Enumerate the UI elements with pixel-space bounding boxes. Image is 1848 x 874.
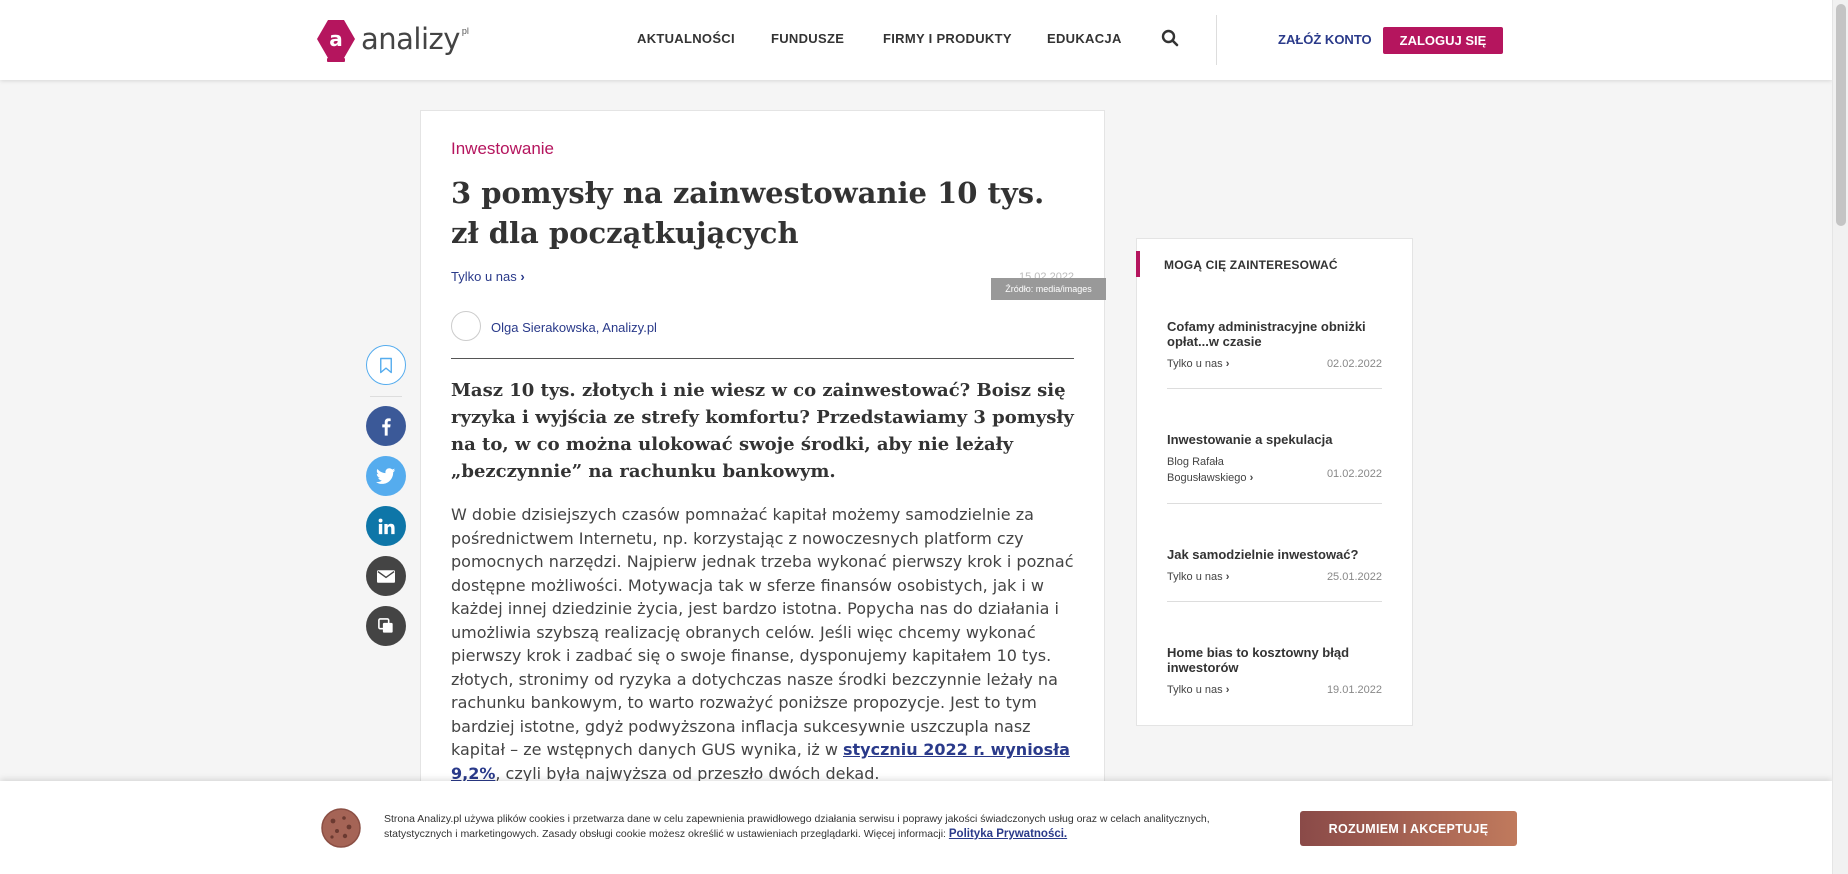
cookie-text: Strona Analizy.pl używa plików cookies i…: [384, 812, 1234, 842]
sidebar-title: MOGĄ CIĘ ZAINTERESOWAĆ: [1164, 258, 1338, 272]
share-facebook-button[interactable]: [366, 406, 406, 446]
logo-mark-icon: a: [316, 18, 356, 62]
related-article-title: Inwestowanie a spekulacja: [1167, 432, 1333, 447]
related-article-label: Tylko u nas: [1167, 684, 1223, 696]
site-header: a analizy pl AKTUALNOŚCI FUNDUSZE FIRMY …: [0, 0, 1832, 80]
logo-text: analizy: [361, 22, 460, 56]
article-title: 3 pomysły na zainwestowanie 10 tys. zł d…: [451, 176, 1045, 250]
share-email-button[interactable]: [366, 556, 406, 596]
bookmark-button[interactable]: [366, 345, 406, 385]
body-text-after-link: , czyli była najwyższa od przeszło dwóch…: [495, 763, 880, 783]
register-link[interactable]: ZAŁÓŻ KONTO: [1278, 32, 1372, 47]
related-article-title: Home bias to kosztowny błąd inwestorów: [1167, 645, 1350, 675]
exclusive-link[interactable]: Tylko u nas ›: [451, 269, 525, 284]
share-linkedin-button[interactable]: [366, 506, 406, 546]
related-article-date: 01.02.2022: [1326, 468, 1382, 480]
share-twitter-button[interactable]: [366, 456, 406, 496]
cookie-message: Strona Analizy.pl używa plików cookies i…: [384, 813, 1210, 840]
search-icon[interactable]: [1161, 29, 1179, 47]
nav-item-firmy-i-produkty[interactable]: FIRMY I PRODUKTY: [883, 31, 1012, 46]
image-source-badge: Źródło: media/images: [991, 278, 1106, 300]
related-article-label: Blog Rafała Bogusławskiego: [1167, 456, 1247, 484]
email-icon: [377, 569, 395, 583]
nav-item-edukacja[interactable]: EDUKACJA: [1047, 31, 1122, 46]
cookie-banner: Strona Analizy.pl używa plików cookies i…: [0, 781, 1832, 874]
chevron-right-icon: ›: [1225, 684, 1230, 696]
article-card: Inwestowanie 3 pomysły na zainwestowanie…: [420, 110, 1106, 874]
nav-item-aktualnosci[interactable]: AKTUALNOŚCI: [637, 31, 735, 46]
related-article-date: 19.01.2022: [1326, 684, 1382, 696]
privacy-policy-link[interactable]: Polityka Prywatności.: [949, 828, 1067, 840]
article-body: W dobie dzisiejszych czasów pomnażać kap…: [451, 503, 1076, 785]
related-article-label: Tylko u nas: [1167, 571, 1223, 583]
related-divider: [1167, 601, 1382, 602]
copy-icon: [378, 618, 394, 634]
related-article[interactable]: Inwestowanie a spekulacja Blog Rafała Bo…: [1167, 432, 1382, 486]
author-divider: [451, 358, 1074, 359]
related-articles-panel: MOGĄ CIĘ ZAINTERESOWAĆ Cofamy administra…: [1136, 238, 1413, 726]
author-avatar[interactable]: [451, 311, 481, 341]
related-article-meta: Tylko u nas › 19.01.2022: [1167, 682, 1382, 698]
logo-sup: pl: [461, 26, 469, 36]
linkedin-icon: [378, 518, 395, 535]
related-article-date: 25.01.2022: [1326, 571, 1382, 583]
chevron-right-icon: ›: [520, 269, 525, 284]
related-article[interactable]: Cofamy administracyjne obniżki opłat...w…: [1167, 319, 1382, 372]
author-link[interactable]: Olga Sierakowska, Analizy.pl: [491, 320, 657, 335]
bookmark-icon: [379, 357, 393, 374]
body-text-before-link: W dobie dzisiejszych czasów pomnażać kap…: [451, 505, 1074, 759]
chevron-right-icon: ›: [1249, 472, 1254, 484]
logo[interactable]: a analizy pl: [316, 18, 469, 62]
related-article-meta: Tylko u nas › 02.02.2022: [1167, 356, 1382, 372]
sidebar-accent-bar: [1136, 251, 1140, 277]
article-lead: Masz 10 tys. złotych i nie wiesz w co za…: [451, 380, 1074, 482]
related-article-label: Tylko u nas: [1167, 358, 1223, 370]
related-article-title: Cofamy administracyjne obniżki opłat...w…: [1167, 319, 1366, 349]
related-divider: [1167, 503, 1382, 504]
header-divider: [1216, 15, 1217, 65]
related-article-meta: Blog Rafała Bogusławskiego ›: [1167, 454, 1262, 486]
chevron-right-icon: ›: [1225, 571, 1230, 583]
related-article-meta: Tylko u nas › 25.01.2022: [1167, 569, 1382, 585]
related-article[interactable]: Jak samodzielnie inwestować? Tylko u nas…: [1167, 547, 1382, 585]
facebook-icon: [381, 417, 391, 436]
nav-item-fundusze[interactable]: FUNDUSZE: [771, 31, 844, 46]
related-article-title: Jak samodzielnie inwestować?: [1167, 547, 1359, 562]
related-article[interactable]: Home bias to kosztowny błąd inwestorów T…: [1167, 645, 1382, 698]
svg-text:a: a: [329, 27, 343, 51]
exclusive-label: Tylko u nas: [451, 269, 517, 284]
article-category[interactable]: Inwestowanie: [451, 139, 554, 159]
related-article-date: 02.02.2022: [1326, 358, 1382, 370]
cookie-icon: [320, 807, 362, 849]
twitter-icon: [376, 467, 396, 485]
accept-cookies-button[interactable]: ROZUMIEM I AKCEPTUJĘ: [1300, 811, 1517, 846]
chevron-right-icon: ›: [1225, 358, 1230, 370]
scrollbar-thumb[interactable]: [1836, 4, 1846, 226]
login-button[interactable]: ZALOGUJ SIĘ: [1383, 27, 1503, 54]
page-scrollbar[interactable]: [1832, 0, 1848, 874]
share-divider: [370, 396, 402, 397]
related-divider: [1167, 388, 1382, 389]
copy-link-button[interactable]: [366, 606, 406, 646]
